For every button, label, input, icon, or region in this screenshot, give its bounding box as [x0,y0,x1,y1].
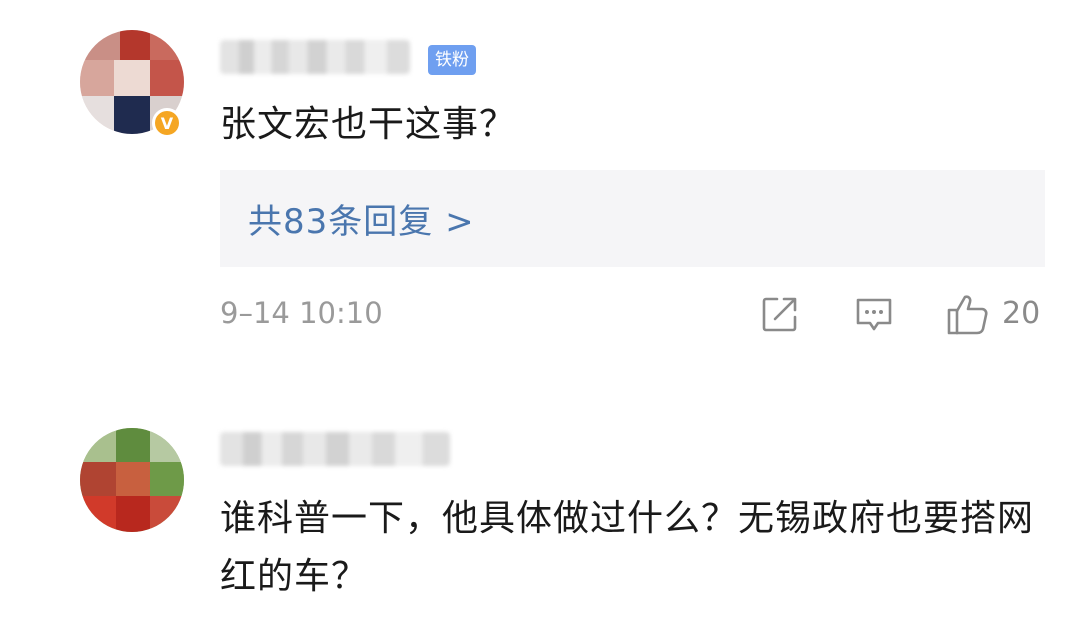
reply-icon[interactable] [854,294,894,338]
comment-item: 谁科普一下，他具体做过什么？无锡政府也要搭网红的车？ [0,400,1080,638]
replies-box[interactable]: 共83条回复 > [220,170,1045,267]
username-blurred[interactable] [220,432,450,466]
comment-text: 张文宏也干这事？ [220,104,517,145]
fan-badge: 铁粉 [428,45,476,75]
share-icon[interactable] [760,294,800,338]
verified-badge-icon: V [152,108,182,138]
view-replies-link[interactable]: 共83条回复 > [248,194,475,243]
like-icon[interactable] [946,292,990,340]
avatar[interactable] [80,428,184,532]
comment-timestamp: 9–14 10:10 [220,296,383,330]
comment-text: 谁科普一下，他具体做过什么？无锡政府也要搭网红的车？ [220,498,1035,597]
like-count: 20 [1002,296,1041,331]
comment-item: V 铁粉 张文宏也干这事？ 共83条回复 > 9–14 10:10 20 [0,0,1080,360]
username-blurred[interactable] [220,40,410,74]
